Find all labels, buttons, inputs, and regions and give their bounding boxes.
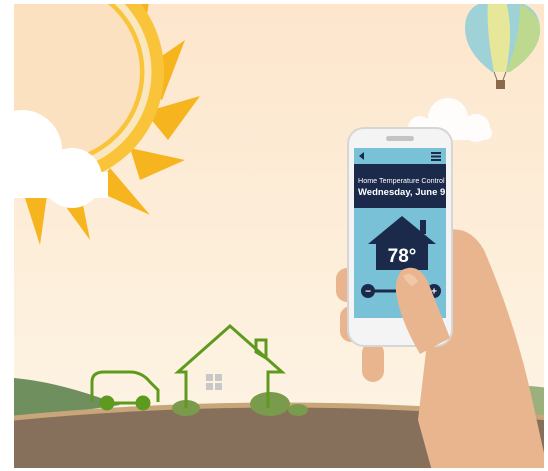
- screen-header: [354, 164, 446, 208]
- date-label: Wednesday, June 9: [358, 187, 445, 198]
- slider-minus-label: −: [365, 287, 371, 298]
- phone-speaker: [386, 136, 414, 141]
- hamburger-menu-icon[interactable]: [431, 152, 441, 161]
- illustration-scene: Home Temperature Control Wednesday, June…: [14, 4, 544, 468]
- app-title: Home Temperature Control: [358, 176, 445, 185]
- temperature-readout: 78°: [388, 246, 417, 267]
